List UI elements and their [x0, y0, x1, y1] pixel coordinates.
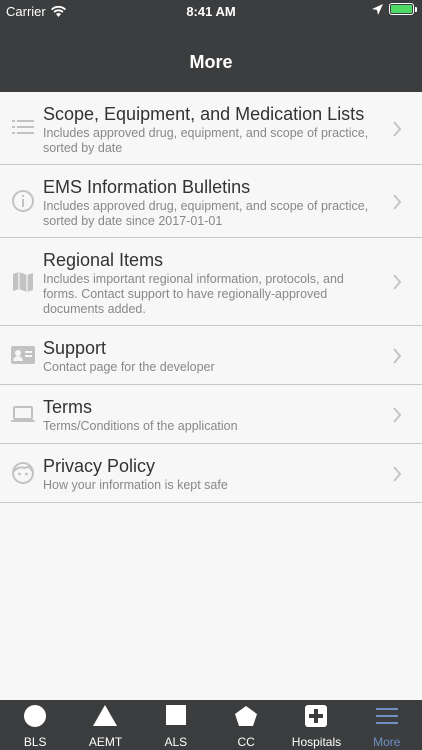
menu-item-description: Terms/Conditions of the application — [43, 419, 238, 433]
chevron-right-icon — [393, 407, 402, 423]
menu-item-description: Includes approved drug, equipment, and s… — [43, 199, 369, 228]
tab-label: AEMT — [88, 735, 123, 749]
info-icon — [12, 190, 34, 212]
list-icon — [12, 120, 34, 134]
chevron-right-icon — [393, 274, 402, 290]
tab-label: More — [373, 735, 401, 749]
triangle-icon — [93, 705, 118, 726]
square-icon — [165, 705, 186, 725]
battery-icon — [389, 3, 417, 15]
menu-item-scope-lists[interactable]: Scope, Equipment, and Medication Lists I… — [0, 92, 422, 165]
menu-item-title: Terms — [43, 397, 92, 417]
menu-item-title: Support — [43, 338, 107, 358]
contact-card-icon — [11, 346, 35, 364]
circle-icon — [24, 705, 47, 727]
laptop-icon — [11, 406, 35, 422]
menu-item-ems-bulletins[interactable]: EMS Information Bulletins Includes appro… — [0, 165, 422, 238]
chevron-right-icon — [393, 466, 402, 482]
menu-item-support[interactable]: Support Contact page for the developer — [0, 326, 422, 385]
page-title: More — [189, 52, 233, 72]
plus-cross-icon — [305, 705, 328, 727]
tab-als[interactable]: ALS — [141, 700, 211, 750]
menu-item-description: Includes approved drug, equipment, and s… — [43, 126, 369, 155]
tab-label: ALS — [164, 735, 188, 749]
tab-label: CC — [237, 735, 255, 749]
menu-item-terms[interactable]: Terms Terms/Conditions of the applicatio… — [0, 385, 422, 444]
status-right — [372, 3, 417, 15]
location-arrow-icon — [372, 3, 383, 15]
menu-item-title: Regional Items — [43, 250, 164, 270]
tab-aemt[interactable]: AEMT — [70, 700, 140, 750]
status-bar: Carrier 8:41 AM — [0, 0, 422, 22]
menu-item-title: Scope, Equipment, and Medication Lists — [43, 104, 365, 124]
chevron-right-icon — [393, 121, 402, 137]
tab-label: BLS — [23, 735, 47, 749]
menu-item-description: How your information is kept safe — [43, 478, 228, 492]
tab-bls[interactable]: BLS — [0, 700, 70, 750]
pentagon-icon — [235, 706, 258, 726]
tab-bar: BLS AEMT ALS CC Hospitals More — [0, 700, 422, 750]
tab-more[interactable]: More — [352, 700, 422, 750]
chevron-right-icon — [393, 194, 402, 210]
chevron-right-icon — [393, 348, 402, 364]
menu-item-privacy-policy[interactable]: Privacy Policy How your information is k… — [0, 444, 422, 503]
tab-label: Hospitals — [291, 735, 342, 749]
menu-item-description: Includes important regional information,… — [43, 272, 344, 316]
menu-item-title: Privacy Policy — [43, 456, 156, 476]
menu-icon — [375, 708, 398, 724]
menu-item-regional-items[interactable]: Regional Items Includes important region… — [0, 238, 422, 326]
tab-hospitals[interactable]: Hospitals — [281, 700, 351, 750]
status-time: 8:41 AM — [186, 4, 236, 19]
face-icon — [12, 462, 34, 484]
more-menu-list: Scope, Equipment, and Medication Lists I… — [0, 92, 422, 503]
tab-cc[interactable]: CC — [211, 700, 281, 750]
header: Carrier 8:41 AM More — [0, 0, 422, 92]
menu-item-title: EMS Information Bulletins — [43, 177, 251, 197]
map-icon — [13, 272, 33, 292]
menu-item-description: Contact page for the developer — [43, 360, 215, 374]
